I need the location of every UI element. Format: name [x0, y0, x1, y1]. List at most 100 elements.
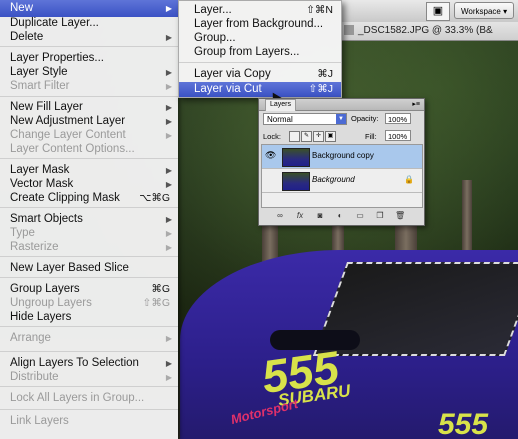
- layer-row[interactable]: Background 🔒: [262, 169, 422, 193]
- lock-transparency-icon[interactable]: [289, 131, 300, 142]
- lock-all-icon[interactable]: ▣: [325, 131, 336, 142]
- menu-item-label: Group from Layers...: [194, 46, 300, 58]
- menu-item-align-layers-to-selection[interactable]: Align Layers To Selection ▶: [0, 356, 178, 371]
- menu-item-smart-filter: Smart Filter ▶: [0, 79, 178, 94]
- menu-item-label: Vector Mask: [10, 178, 74, 190]
- menu-item-layer-properties[interactable]: Layer Properties...: [0, 51, 178, 66]
- lock-pixels-icon[interactable]: ✎: [301, 131, 312, 142]
- submenu-arrow-icon: ▶: [165, 229, 172, 238]
- adjustment-icon[interactable]: ◐: [335, 211, 345, 221]
- menu-item-label: Arrange: [10, 332, 51, 344]
- submenu-arrow-icon: ▶: [165, 180, 172, 189]
- car-number-side: 555: [438, 408, 489, 439]
- submenu-arrow-icon: ▶: [165, 103, 172, 112]
- tab-layers[interactable]: Layers: [265, 99, 297, 111]
- shortcut-label: ⇧⌘N: [306, 4, 333, 16]
- blend-mode-select[interactable]: Normal ▼: [263, 113, 347, 125]
- submenu-arrow-icon: ▶: [165, 4, 172, 13]
- document-title-bar[interactable]: _DSC1582.JPG @ 33.3% (B&: [340, 22, 518, 41]
- visibility-toggle[interactable]: [265, 175, 276, 184]
- submenu-arrow-icon: ▶: [165, 215, 172, 224]
- fx-icon[interactable]: fx: [295, 211, 305, 221]
- lock-position-icon[interactable]: ✛: [313, 131, 324, 142]
- menu-item-label: Layer Style: [10, 66, 68, 78]
- workspace-label: Workspace ▾: [461, 7, 508, 16]
- menu-item-vector-mask[interactable]: Vector Mask ▶: [0, 177, 178, 192]
- menu-item-lock-all-layers-in-group: Lock All Layers in Group...: [0, 391, 178, 406]
- menu-item-delete[interactable]: Delete ▶: [0, 30, 178, 45]
- opacity-field[interactable]: 100%: [385, 113, 411, 124]
- eye-icon[interactable]: 👁: [265, 151, 276, 160]
- group-icon[interactable]: ▭: [355, 211, 365, 221]
- menu-item-smart-objects[interactable]: Smart Objects ▶: [0, 212, 178, 227]
- submenu-arrow-icon: ▶: [165, 82, 172, 91]
- trash-icon[interactable]: 🗑: [395, 211, 405, 221]
- menu-item-duplicate-layer[interactable]: Duplicate Layer...: [0, 16, 178, 31]
- menu-item-label: Duplicate Layer...: [10, 17, 99, 29]
- menu-separator: [0, 326, 178, 327]
- menu-separator: [0, 207, 178, 208]
- submenu-item-group[interactable]: Group...: [179, 31, 341, 46]
- link-icon[interactable]: ∞: [275, 211, 285, 221]
- menu-item-new-adjustment-layer[interactable]: New Adjustment Layer ▶: [0, 114, 178, 129]
- menu-separator: [0, 96, 178, 97]
- menu-item-hide-layers[interactable]: Hide Layers: [0, 310, 178, 325]
- layers-panel: Layers ▸≡ Normal ▼ Opacity: 100% Lock: ✎ …: [258, 98, 425, 226]
- menu-item-group-layers[interactable]: Group Layers ⌘G: [0, 282, 178, 297]
- menu-item-label: Layer Mask: [10, 164, 70, 176]
- menu-item-label: New Adjustment Layer: [10, 115, 126, 127]
- menu-item-rasterize: Rasterize ▶: [0, 240, 178, 255]
- menu-item-label: Distribute: [10, 371, 59, 383]
- menu-item-label: Lock All Layers in Group...: [10, 392, 145, 404]
- menu-item-label: Type: [10, 227, 35, 239]
- menu-item-create-clipping-mask[interactable]: Create Clipping Mask ⌥⌘G: [0, 191, 178, 206]
- menu-item-link-layers: Link Layers: [0, 414, 178, 429]
- screen-mode-icon[interactable]: ▣: [426, 2, 450, 21]
- menu-item-layer-style[interactable]: Layer Style ▶: [0, 65, 178, 80]
- menu-item-type: Type ▶: [0, 226, 178, 241]
- menu-item-label: Link Layers: [10, 415, 69, 427]
- document-icon: [344, 25, 354, 36]
- menu-item-label: Smart Objects: [10, 213, 83, 225]
- menu-item-layer-mask[interactable]: Layer Mask ▶: [0, 163, 178, 178]
- menu-item-arrange: Arrange ▶: [0, 331, 178, 346]
- fill-label: Fill:: [365, 132, 377, 141]
- mask-icon[interactable]: ◙: [315, 211, 325, 221]
- panel-menu-icon[interactable]: ▸≡: [412, 100, 420, 109]
- submenu-item-layer-via-cut[interactable]: Layer via Cut ⇧⌘J: [179, 82, 341, 97]
- layer-row[interactable]: 👁 Background copy: [262, 145, 422, 169]
- menu-item-label: Smart Filter: [10, 80, 70, 92]
- menu-item-new-layer-based-slice[interactable]: New Layer Based Slice: [0, 261, 178, 276]
- menu-item-change-layer-content: Change Layer Content ▶: [0, 128, 178, 143]
- new-layer-icon[interactable]: ❐: [375, 211, 385, 221]
- document-title: _DSC1582.JPG @ 33.3% (B&: [358, 25, 493, 36]
- panel-footer: ∞ fx ◙ ◐ ▭ ❐ 🗑: [261, 209, 421, 223]
- menu-item-label: Rasterize: [10, 241, 59, 253]
- menu-separator: [0, 351, 178, 352]
- shortcut-label: ⌘J: [317, 68, 333, 80]
- workspace-button[interactable]: Workspace ▾: [454, 2, 514, 19]
- menu-item-label: Layer from Background...: [194, 18, 324, 30]
- menu-item-new[interactable]: New ▶: [0, 0, 178, 17]
- submenu-arrow-icon: ▶: [165, 68, 172, 77]
- fill-field[interactable]: 100%: [385, 130, 411, 141]
- submenu-item-layer-via-copy[interactable]: Layer via Copy ⌘J: [179, 67, 341, 82]
- submenu-arrow-icon: ▶: [165, 373, 172, 382]
- menu-item-new-fill-layer[interactable]: New Fill Layer ▶: [0, 100, 178, 115]
- menu-separator: [0, 386, 178, 387]
- layer-name: Background copy: [312, 151, 374, 160]
- submenu-item-layer[interactable]: Layer... ⇧⌘N: [179, 3, 341, 18]
- menu-item-label: Layer Properties...: [10, 52, 104, 64]
- shortcut-label: ⇧⌘J: [308, 83, 333, 95]
- panel-titlebar[interactable]: Layers ▸≡: [259, 99, 424, 111]
- blend-mode-value: Normal: [267, 115, 293, 124]
- submenu-item-layer-from-background[interactable]: Layer from Background...: [179, 17, 341, 32]
- submenu-arrow-icon: ▶: [165, 359, 172, 368]
- menu-separator: [0, 256, 178, 257]
- lock-label: Lock:: [263, 132, 281, 141]
- menu-item-label: Group Layers: [10, 283, 80, 295]
- submenu-arrow-icon: ▶: [165, 117, 172, 126]
- menu-item-label: New: [10, 2, 34, 14]
- menu-item-distribute: Distribute ▶: [0, 370, 178, 385]
- submenu-item-group-from-layers[interactable]: Group from Layers...: [179, 45, 341, 60]
